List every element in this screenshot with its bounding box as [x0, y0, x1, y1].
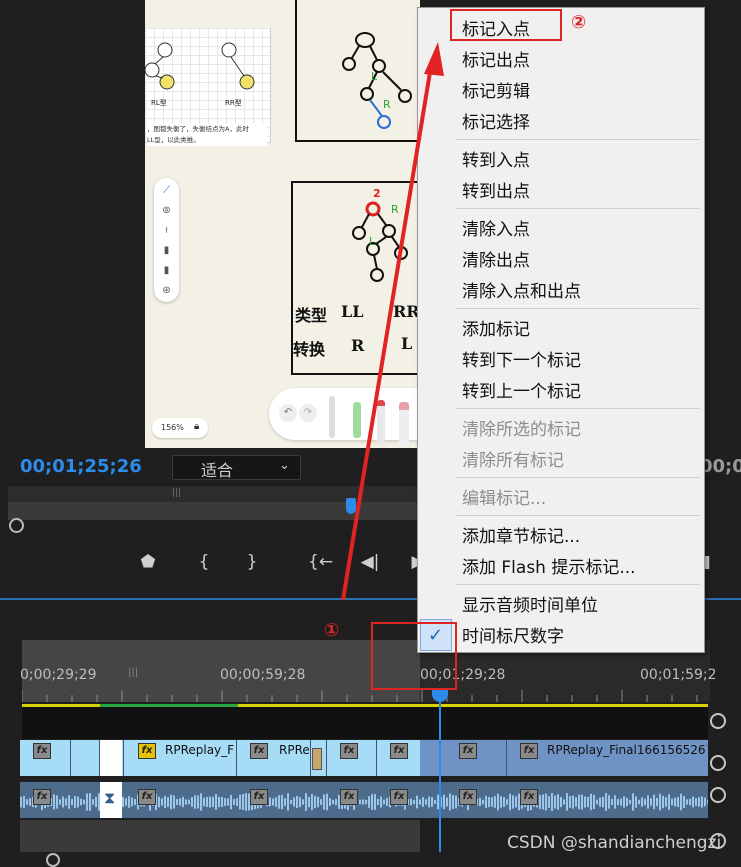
annotation-box-menu: [450, 9, 562, 41]
annotation-arrow: [341, 42, 444, 601]
annotation-box-ruler: [371, 622, 457, 690]
annotation-step-1: ①: [324, 620, 340, 641]
annotation-step-2: ②: [571, 12, 587, 33]
watermark: CSDN @shandianchengzi: [507, 833, 722, 853]
